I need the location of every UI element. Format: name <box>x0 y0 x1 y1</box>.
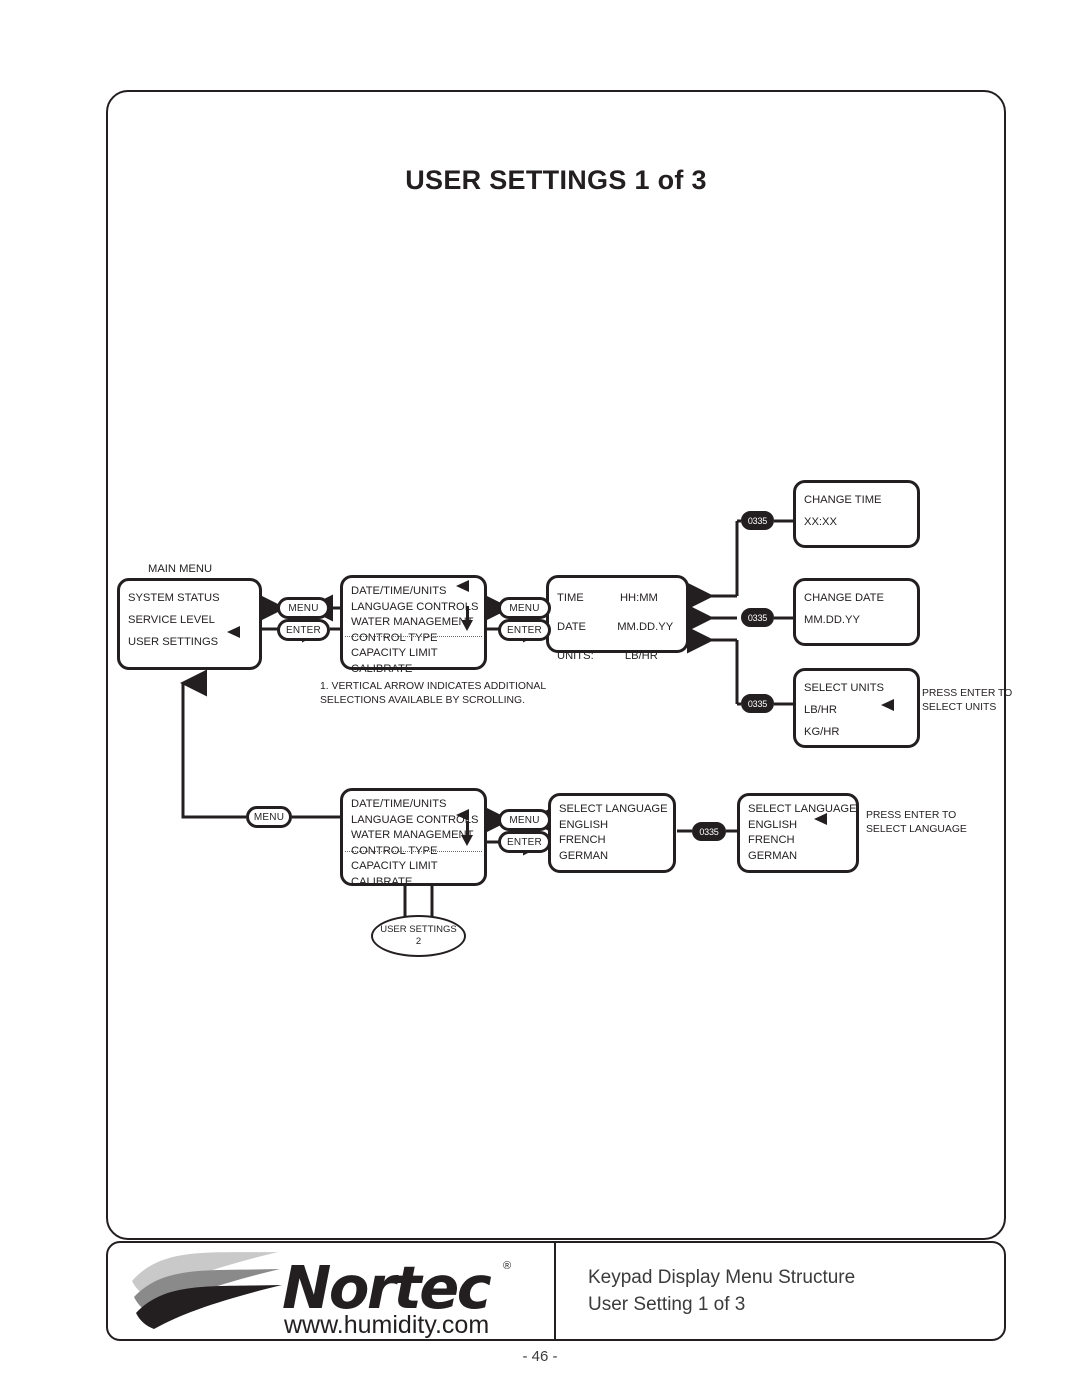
menu-key-settings[interactable]: MENU <box>498 597 551 619</box>
selection-arrow-icon <box>881 699 894 711</box>
footer-caption-line-2: User Setting 1 of 3 <box>588 1294 746 1315</box>
settings-top-item-control-type[interactable]: CONTROL TYPE <box>351 631 476 647</box>
arrow-keys-badge-date[interactable]: 0335 <box>741 608 774 627</box>
selection-arrow-icon <box>814 813 827 825</box>
select-language-right-option-english[interactable]: ENGLISH <box>748 818 848 834</box>
menu-key-language[interactable]: MENU <box>498 809 551 831</box>
main-menu-caption: MAIN MENU <box>148 563 213 575</box>
arrow-keys-badge-language[interactable]: 0335 <box>692 822 726 841</box>
footer-logo-area: Nortec ® www.humidity.com <box>108 1243 556 1339</box>
note-press-enter-language: PRESS ENTER TO SELECT LANGUAGE <box>866 810 967 836</box>
row-time: TIME HH:MM <box>557 584 678 613</box>
change-date-value: MM.DD.YY <box>804 614 860 626</box>
select-language-left-option-english[interactable]: ENGLISH <box>559 818 665 834</box>
scroll-down-arrow-icon <box>461 620 473 631</box>
select-language-left-option-french[interactable]: FRENCH <box>559 833 665 849</box>
footnote-vertical-arrow: 1. VERTICAL ARROW INDICATES ADDITIONAL S… <box>320 681 547 707</box>
nortec-wave-logo-icon <box>132 1252 282 1329</box>
select-language-right-option-german[interactable]: GERMAN <box>748 849 848 865</box>
select-units-title: SELECT UNITS <box>804 682 884 694</box>
menu-key-lower[interactable]: MENU <box>246 806 292 828</box>
selection-arrow-icon <box>456 580 469 592</box>
list-divider <box>345 636 482 637</box>
screen-select-language-left[interactable]: SELECT LANGUAGE ENGLISH FRENCH GERMAN <box>548 793 676 873</box>
row-date-label: DATE <box>557 621 587 633</box>
select-language-right-title: SELECT LANGUAGE <box>748 803 857 815</box>
row-time-label: TIME <box>557 592 584 604</box>
screen-date-time-units[interactable]: TIME HH:MM DATE MM.DD.YY UNITS: LB/HR <box>546 575 689 662</box>
enter-key-upper[interactable]: ENTER <box>277 619 330 641</box>
footer-caption-line-1: Keypad Display Menu Structure <box>588 1267 856 1288</box>
settings-bottom-item-calibrate[interactable]: CALIBRATE <box>351 875 476 891</box>
footer: Nortec ® www.humidity.com Keypad Display… <box>106 1241 1006 1341</box>
settings-bottom-item-capacity-limit[interactable]: CAPACITY LIMIT <box>351 859 476 875</box>
selection-arrow-icon <box>456 809 469 821</box>
row-units-label: UNITS: <box>557 650 594 662</box>
connector-number: 2 <box>415 936 422 947</box>
screen-change-time[interactable]: CHANGE TIME XX:XX <box>793 480 920 548</box>
row-units-value: LB/HR <box>624 650 658 662</box>
change-time-title: CHANGE TIME <box>804 494 882 506</box>
connector-label: USER SETTINGS <box>380 924 457 935</box>
registered-mark: ® <box>503 1260 512 1272</box>
selection-arrow-icon <box>227 626 240 638</box>
screen-select-units[interactable]: SELECT UNITS LB/HR KG/HR <box>793 668 920 748</box>
offpage-connector-user-settings-2[interactable]: USER SETTINGS 2 <box>371 915 466 957</box>
screen-main-menu[interactable]: SYSTEM STATUS SERVICE LEVEL USER SETTING… <box>117 578 262 670</box>
enter-key-settings[interactable]: ENTER <box>498 619 551 641</box>
row-time-value: HH:MM <box>619 592 658 604</box>
settings-top-item-calibrate[interactable]: CALIBRATE <box>351 662 476 678</box>
screen-settings-top[interactable]: DATE/TIME/UNITS LANGUAGE CONTROLS WATER … <box>340 575 487 675</box>
menu-key-upper[interactable]: MENU <box>277 597 330 619</box>
note-press-enter-units: PRESS ENTER TO SELECT UNITS <box>922 688 1013 714</box>
screen-select-language-right[interactable]: SELECT LANGUAGE ENGLISH FRENCH GERMAN <box>737 793 859 873</box>
select-language-left-option-german[interactable]: GERMAN <box>559 849 665 865</box>
select-language-right-option-french[interactable]: FRENCH <box>748 833 848 849</box>
select-units-option-kg-hr[interactable]: KG/HR <box>804 721 909 743</box>
list-divider <box>345 851 482 852</box>
select-language-left-title: SELECT LANGUAGE <box>559 803 668 815</box>
page-number: - 46 - <box>522 1348 558 1365</box>
screen-change-date[interactable]: CHANGE DATE MM.DD.YY <box>793 578 920 646</box>
arrow-keys-badge-time[interactable]: 0335 <box>741 511 774 530</box>
change-date-title: CHANGE DATE <box>804 592 884 604</box>
company-url: www.humidity.com <box>284 1311 490 1339</box>
enter-key-language[interactable]: ENTER <box>498 831 551 853</box>
row-date-value: MM.DD.YY <box>617 621 674 633</box>
settings-top-item-water-management[interactable]: WATER MANAGEMENT <box>351 615 476 631</box>
scroll-down-arrow-icon <box>461 835 473 846</box>
change-time-value: XX:XX <box>804 516 837 528</box>
row-units: UNITS: LB/HR <box>557 642 678 671</box>
screen-settings-bottom[interactable]: DATE/TIME/UNITS LANGUAGE CONTROLS WATER … <box>340 788 487 888</box>
settings-top-item-language-controls[interactable]: LANGUAGE CONTROLS <box>351 600 478 616</box>
row-date: DATE MM.DD.YY <box>557 613 678 642</box>
settings-bottom-item-water-management[interactable]: WATER MANAGEMENT <box>351 828 476 844</box>
footer-caption: Keypad Display Menu Structure User Setti… <box>556 1243 1004 1339</box>
settings-top-item-capacity-limit[interactable]: CAPACITY LIMIT <box>351 646 476 662</box>
main-menu-item-system-status[interactable]: SYSTEM STATUS <box>128 587 251 609</box>
arrow-keys-badge-units[interactable]: 0335 <box>741 694 774 713</box>
